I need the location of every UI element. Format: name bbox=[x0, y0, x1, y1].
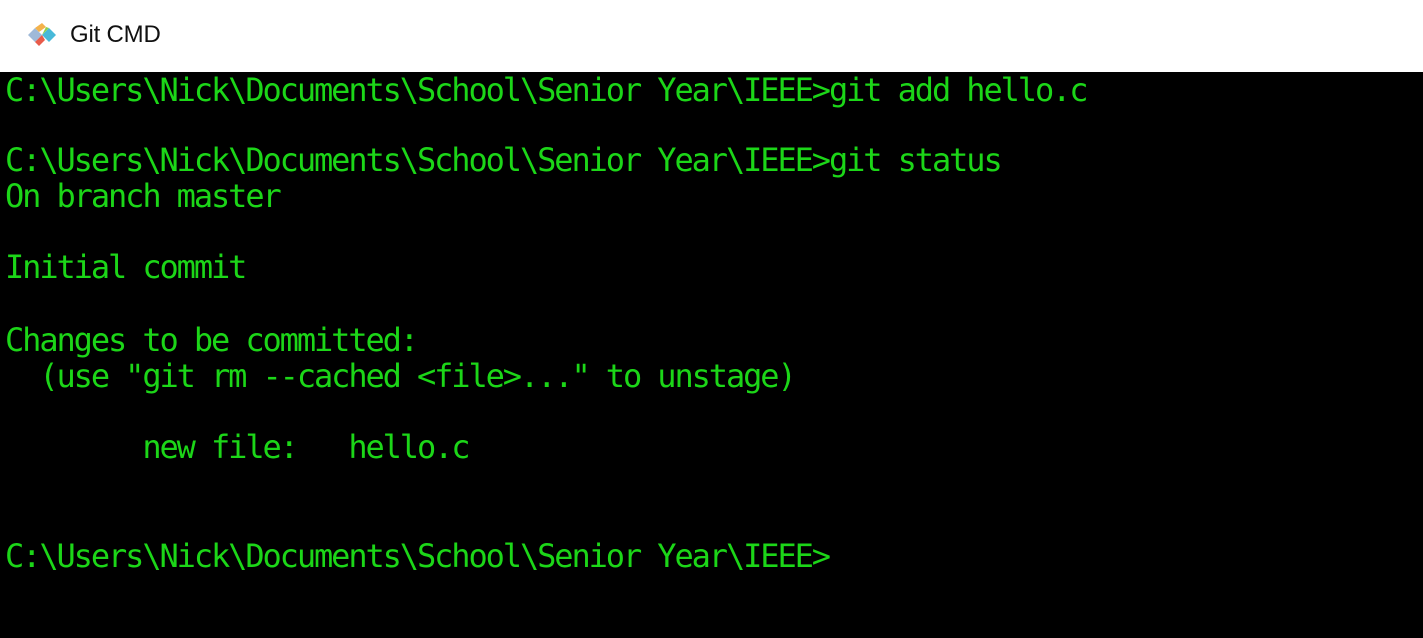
title-bar[interactable]: Git CMD bbox=[0, 0, 1423, 72]
git-cmd-window: Git CMD C:\Users\Nick\Documents\School\S… bbox=[0, 0, 1423, 638]
git-diamond-icon bbox=[28, 23, 56, 46]
terminal-line: (use "git rm --cached <file>..." to unst… bbox=[5, 357, 796, 395]
window-title: Git CMD bbox=[70, 21, 161, 48]
terminal-line: Changes to be committed: bbox=[5, 321, 419, 359]
terminal-output[interactable]: C:\Users\Nick\Documents\School\Senior Ye… bbox=[0, 72, 1423, 638]
terminal-line: Initial commit bbox=[5, 248, 247, 286]
terminal-line: C:\Users\Nick\Documents\School\Senior Ye… bbox=[5, 141, 1003, 179]
terminal-line: new file: hello.c bbox=[5, 428, 470, 466]
terminal-line: C:\Users\Nick\Documents\School\Senior Ye… bbox=[5, 72, 1089, 109]
terminal-line: On branch master bbox=[5, 177, 282, 215]
terminal-prompt[interactable]: C:\Users\Nick\Documents\School\Senior Ye… bbox=[5, 538, 831, 574]
